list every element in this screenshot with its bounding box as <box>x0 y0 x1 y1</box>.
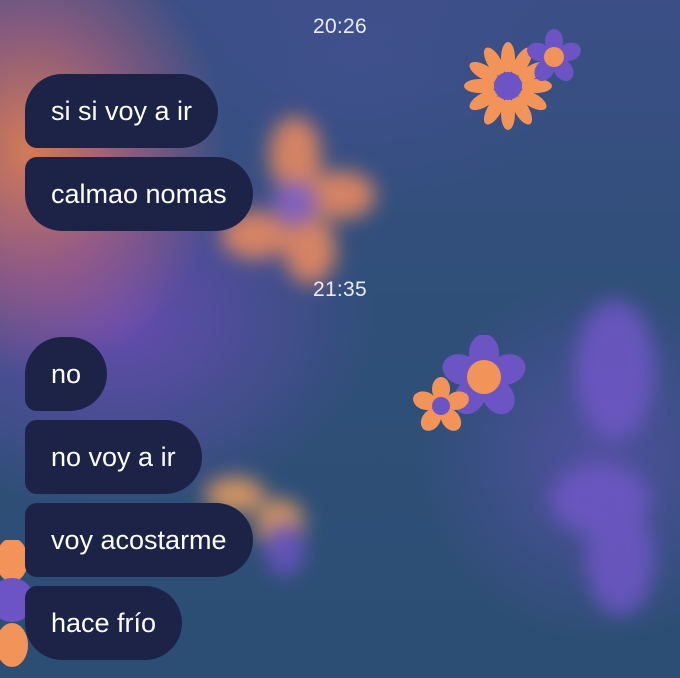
message-bubble[interactable]: voy acostarme <box>25 503 253 577</box>
blurred-flower-icon <box>550 300 655 615</box>
message-timestamp: 21:35 <box>312 278 368 301</box>
message-bubble[interactable]: no voy a ir <box>25 420 202 494</box>
message-bubble[interactable]: calmao nomas <box>25 157 253 231</box>
message-bubble[interactable]: hace frío <box>25 586 183 660</box>
message-bubble[interactable]: no <box>25 337 108 411</box>
message-bubble[interactable]: si si voy a ir <box>25 74 219 148</box>
flower-icon <box>413 377 469 431</box>
message-timestamp: 20:26 <box>312 15 368 38</box>
